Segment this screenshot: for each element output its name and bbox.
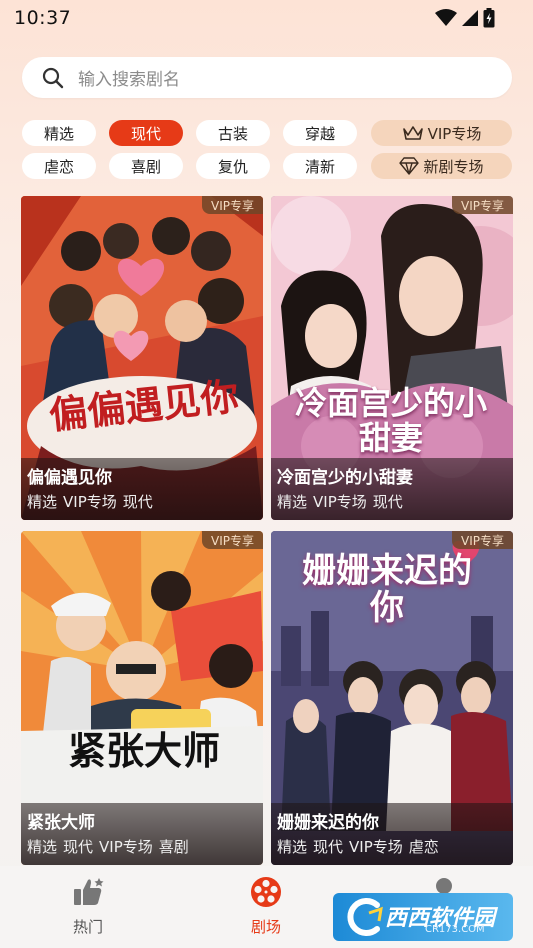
chip-label: 喜剧 — [130, 157, 161, 176]
vip-badge: VIP专享 — [452, 531, 513, 549]
nav-item-hot[interactable]: 热门 — [48, 876, 128, 937]
card-title: 紧张大师 — [27, 813, 95, 833]
card-tag: 精选 — [277, 493, 308, 511]
chip-guzhuang[interactable]: 古装 — [196, 120, 270, 146]
drama-card[interactable]: 偏偏遇见你 VIP专享 偏偏遇见你 精选 VIP专场 现代 — [21, 196, 263, 520]
chip-nuelian[interactable]: 虐恋 — [22, 153, 96, 179]
wifi-icon — [435, 9, 457, 26]
card-title: 偏偏遇见你 — [27, 468, 112, 488]
site-watermark: 西西软件园 CR173.COM — [333, 893, 513, 941]
card-tags: 精选 现代 VIP专场 喜剧 — [27, 836, 195, 857]
chip-label: 虐恋 — [43, 157, 74, 176]
cell-signal-icon — [462, 10, 478, 26]
card-tag: VIP专场 — [349, 838, 403, 856]
drama-card[interactable]: 冷面宫少的小甜妻 VIP专享 冷面宫少的小甜妻 精选 VIP专场 现代 — [271, 196, 513, 520]
diamond-icon — [399, 157, 420, 175]
nav-label-theater: 剧场 — [250, 918, 281, 936]
film-reel-icon — [251, 877, 281, 907]
vip-badge: VIP专享 — [202, 196, 263, 214]
vip-badge: VIP专享 — [452, 196, 513, 214]
chip-xinju-zhuanchang[interactable]: 新剧专场 — [371, 153, 512, 179]
chip-label: VIP专场 — [427, 124, 482, 143]
chip-label: 穿越 — [304, 124, 335, 143]
card-tags: 精选 VIP专场 现代 — [27, 491, 159, 512]
chip-label: 古装 — [217, 124, 248, 143]
nav-item-theater[interactable]: 剧场 — [226, 876, 306, 937]
card-tag: 虐恋 — [408, 838, 439, 856]
card-tag: 现代 — [122, 493, 153, 511]
chip-label: 精选 — [43, 124, 74, 143]
chip-xiju[interactable]: 喜剧 — [109, 153, 183, 179]
search-input[interactable]: 输入搜索剧名 — [22, 57, 512, 98]
poster-title-text: 冷面宫少的小甜妻 — [294, 384, 487, 458]
status-bar: 10:37 — [0, 0, 533, 36]
watermark-logo-icon — [347, 898, 383, 936]
chip-label: 清新 — [304, 157, 335, 176]
card-tag: 现代 — [372, 493, 403, 511]
drama-card[interactable]: 姗姗来迟的你 VIP专享 姗姗来迟的你 精选 现代 VIP专场 虐恋 — [271, 531, 513, 865]
crown-icon — [402, 126, 423, 140]
card-tag: 精选 — [277, 838, 308, 856]
chip-label: 现代 — [130, 124, 161, 143]
watermark-subtext: CR173.COM — [425, 924, 485, 935]
card-tags: 精选 现代 VIP专场 虐恋 — [277, 836, 445, 857]
poster-title-text: 紧张大师 — [67, 729, 220, 773]
card-tag: 精选 — [27, 838, 58, 856]
card-tag: VIP专场 — [313, 493, 367, 511]
card-tag: VIP专场 — [99, 838, 153, 856]
search-placeholder: 输入搜索剧名 — [78, 70, 180, 90]
card-tag: VIP专场 — [63, 493, 117, 511]
chip-jingxuan[interactable]: 精选 — [22, 120, 96, 146]
status-icons — [435, 8, 495, 28]
card-tag: 现代 — [63, 838, 94, 856]
chip-qingxin[interactable]: 清新 — [283, 153, 357, 179]
drama-card[interactable]: 紧张大师 VIP专享 紧张大师 精选 现代 VIP专场 喜剧 — [21, 531, 263, 865]
chip-chuanyue[interactable]: 穿越 — [283, 120, 357, 146]
poster-title-text: 姗姗来迟的你 — [302, 551, 472, 629]
battery-icon — [483, 8, 495, 28]
thumbs-up-icon — [74, 878, 104, 905]
chip-vip-zhuanchang[interactable]: VIP专场 — [371, 120, 512, 146]
card-tag: 现代 — [313, 838, 344, 856]
chip-xiandai[interactable]: 现代 — [109, 120, 183, 146]
chip-label: 新剧专场 — [423, 157, 484, 176]
vip-badge: VIP专享 — [202, 531, 263, 549]
nav-label-hot: 热门 — [72, 918, 103, 936]
search-icon — [42, 67, 64, 88]
chip-label: 复仇 — [217, 157, 248, 176]
card-tag: 喜剧 — [158, 838, 189, 856]
card-tag: 精选 — [27, 493, 58, 511]
card-title: 冷面宫少的小甜妻 — [277, 468, 413, 488]
card-title: 姗姗来迟的你 — [277, 813, 379, 833]
status-time: 10:37 — [14, 7, 72, 29]
card-tags: 精选 VIP专场 现代 — [277, 491, 409, 512]
chip-fuchou[interactable]: 复仇 — [196, 153, 270, 179]
